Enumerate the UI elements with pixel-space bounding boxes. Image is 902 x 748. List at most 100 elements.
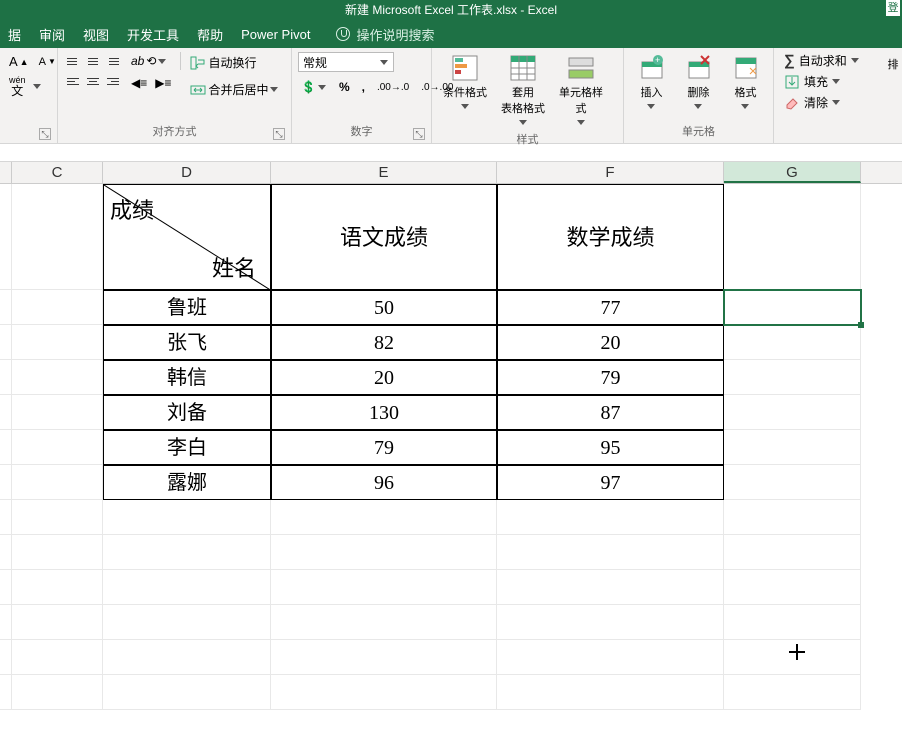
dialog-launcher-icon[interactable]: ⤡: [273, 128, 285, 140]
accounting-format-button[interactable]: 💲: [298, 78, 330, 96]
tab-review[interactable]: 审阅: [39, 25, 65, 44]
cell[interactable]: [12, 570, 103, 605]
score1-cell[interactable]: 82: [271, 325, 497, 360]
cell[interactable]: [12, 465, 103, 500]
cell[interactable]: [12, 360, 103, 395]
cell[interactable]: [497, 675, 724, 710]
active-cell[interactable]: [724, 290, 861, 325]
cell[interactable]: [271, 605, 497, 640]
cell[interactable]: [724, 640, 861, 675]
cell[interactable]: [724, 535, 861, 570]
cell[interactable]: [724, 675, 861, 710]
name-cell[interactable]: 鲁班: [103, 290, 271, 325]
cell[interactable]: [724, 395, 861, 430]
cell[interactable]: [12, 500, 103, 535]
wrap-text-button[interactable]: 自动换行: [187, 52, 282, 73]
score2-cell[interactable]: 79: [497, 360, 724, 395]
cell[interactable]: [271, 535, 497, 570]
autosum-button[interactable]: ∑ 自动求和: [780, 52, 876, 69]
comma-button[interactable]: ,: [359, 78, 368, 96]
cell[interactable]: [271, 570, 497, 605]
cell-styles-button[interactable]: 单元格样式: [554, 52, 608, 129]
name-cell[interactable]: 张飞: [103, 325, 271, 360]
account-button[interactable]: 登: [886, 0, 900, 16]
score1-cell[interactable]: 50: [271, 290, 497, 325]
format-as-table-button[interactable]: 套用 表格格式: [496, 52, 550, 129]
cell[interactable]: [12, 675, 103, 710]
col-header-f[interactable]: F: [497, 162, 724, 183]
score1-cell[interactable]: 96: [271, 465, 497, 500]
cell[interactable]: [271, 675, 497, 710]
score2-cell[interactable]: 95: [497, 430, 724, 465]
increase-decimal-button[interactable]: .00→.0: [374, 78, 412, 96]
cell[interactable]: [724, 605, 861, 640]
cell[interactable]: [12, 605, 103, 640]
sort-filter-button[interactable]: 排: [884, 54, 902, 74]
score2-cell[interactable]: 87: [497, 395, 724, 430]
cell[interactable]: [103, 675, 271, 710]
cell[interactable]: [103, 640, 271, 675]
increase-font-button[interactable]: A▲: [6, 52, 32, 71]
format-cells-button[interactable]: 格式: [724, 52, 767, 113]
cell[interactable]: [724, 325, 861, 360]
cell[interactable]: [497, 640, 724, 675]
cell[interactable]: [0, 430, 12, 465]
cell[interactable]: [0, 640, 12, 675]
fill-button[interactable]: 填充: [780, 73, 876, 90]
col-header-d[interactable]: D: [103, 162, 271, 183]
col1-header[interactable]: 语文成绩: [271, 184, 497, 290]
align-right[interactable]: [104, 72, 122, 90]
cell[interactable]: [0, 605, 12, 640]
cell[interactable]: [724, 465, 861, 500]
cell[interactable]: [497, 605, 724, 640]
dialog-launcher-icon[interactable]: ⤡: [413, 128, 425, 140]
col-header-e[interactable]: E: [271, 162, 497, 183]
cell[interactable]: [12, 325, 103, 360]
cell[interactable]: [12, 640, 103, 675]
cell[interactable]: [12, 395, 103, 430]
tab-powerpivot[interactable]: Power Pivot: [241, 27, 310, 42]
tab-data[interactable]: 据: [8, 25, 21, 44]
cell[interactable]: [0, 325, 12, 360]
decrease-font-button[interactable]: A▼: [36, 54, 59, 70]
cell[interactable]: [0, 395, 12, 430]
score2-cell[interactable]: 77: [497, 290, 724, 325]
cell[interactable]: [724, 500, 861, 535]
cell[interactable]: [724, 360, 861, 395]
score1-cell[interactable]: 20: [271, 360, 497, 395]
align-top[interactable]: [64, 52, 82, 70]
align-bottom[interactable]: [104, 52, 122, 70]
cell[interactable]: [103, 570, 271, 605]
align-center[interactable]: [84, 72, 102, 90]
align-left[interactable]: [64, 72, 82, 90]
cell[interactable]: [271, 640, 497, 675]
phonetic-dropdown-icon[interactable]: [33, 82, 42, 91]
score2-cell[interactable]: 97: [497, 465, 724, 500]
cell[interactable]: [0, 675, 12, 710]
cell[interactable]: [0, 360, 12, 395]
cell[interactable]: [0, 465, 12, 500]
tell-me[interactable]: 操作说明搜索: [336, 25, 434, 44]
orientation-button[interactable]: ab⟲: [128, 52, 174, 70]
cell[interactable]: [724, 430, 861, 465]
cell[interactable]: [12, 290, 103, 325]
merge-center-button[interactable]: 合并后居中: [187, 79, 282, 100]
insert-cells-button[interactable]: + 插入: [630, 52, 673, 113]
name-cell[interactable]: 韩信: [103, 360, 271, 395]
cell[interactable]: [0, 290, 12, 325]
align-middle[interactable]: [84, 52, 102, 70]
cell[interactable]: [0, 500, 12, 535]
score1-cell[interactable]: 79: [271, 430, 497, 465]
decrease-indent-button[interactable]: ◀≡: [128, 74, 150, 92]
cell[interactable]: [103, 535, 271, 570]
name-cell[interactable]: 露娜: [103, 465, 271, 500]
diagonal-header-cell[interactable]: 成绩 姓名: [103, 184, 271, 290]
cell[interactable]: [271, 500, 497, 535]
cell[interactable]: [0, 570, 12, 605]
cell[interactable]: [497, 535, 724, 570]
cell[interactable]: [0, 184, 12, 290]
name-cell[interactable]: 李白: [103, 430, 271, 465]
phonetic-button[interactable]: wén文: [6, 74, 29, 98]
col-header-g[interactable]: G: [724, 162, 861, 183]
score2-cell[interactable]: 20: [497, 325, 724, 360]
